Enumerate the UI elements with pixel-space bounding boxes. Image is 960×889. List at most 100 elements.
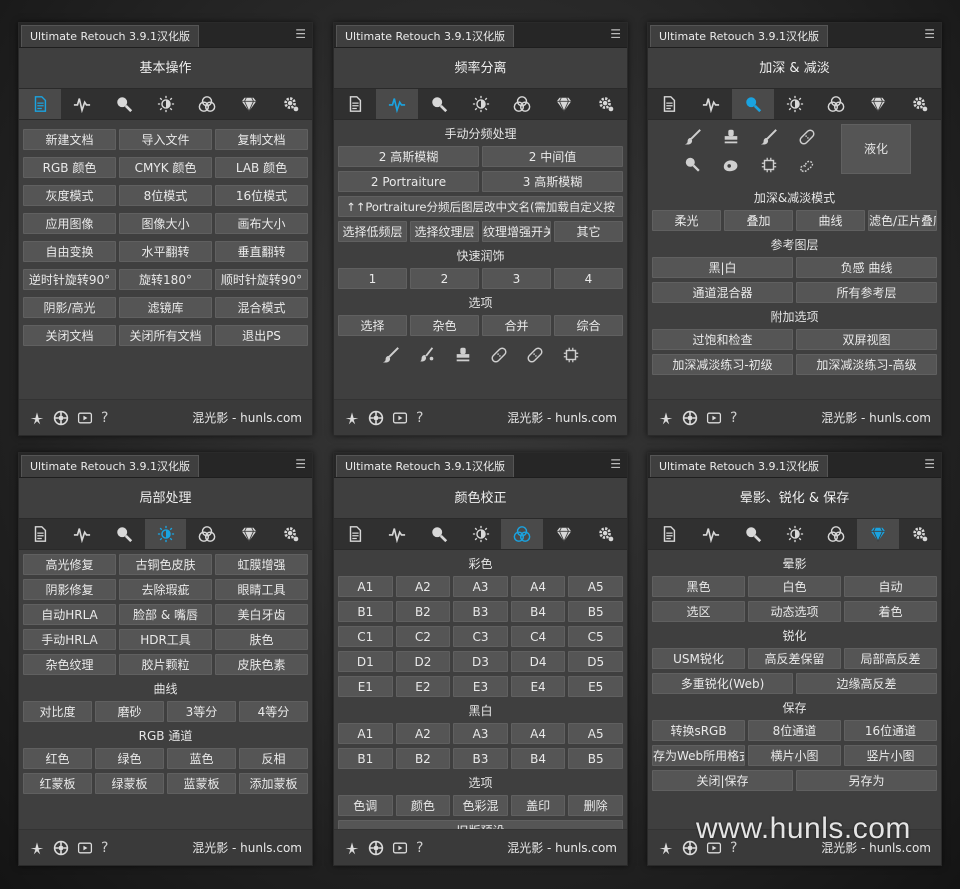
panel-button[interactable]: 过饱和检查 <box>652 329 793 350</box>
panel-button[interactable]: A1 <box>338 576 393 597</box>
bandage-icon[interactable] <box>796 126 818 148</box>
panel-button[interactable]: 垂直翻转 <box>215 241 308 262</box>
bandage-icon[interactable] <box>488 344 510 366</box>
panel-button[interactable]: B2 <box>395 748 451 769</box>
gear-icon[interactable] <box>585 89 627 119</box>
panel-button[interactable]: A5 <box>568 723 623 744</box>
panel-button[interactable]: B4 <box>510 748 566 769</box>
brush-icon[interactable] <box>380 344 402 366</box>
panel-button[interactable]: 关闭文档 <box>23 325 116 346</box>
eye-blob-icon[interactable] <box>720 154 742 176</box>
panel-button[interactable]: 竖片小图 <box>844 745 937 766</box>
panel-button[interactable]: A3 <box>453 723 508 744</box>
panel-button[interactable]: A2 <box>395 723 451 744</box>
rgb-circles-icon[interactable] <box>186 519 228 549</box>
sun-icon[interactable] <box>144 519 187 549</box>
diamond-icon[interactable] <box>228 89 270 119</box>
panel-button[interactable]: 边缘高反差 <box>796 673 937 694</box>
panel-button[interactable]: 杂色 <box>410 315 479 336</box>
video-icon[interactable] <box>77 410 93 426</box>
mixer-brush-icon[interactable] <box>416 344 438 366</box>
panel-tab[interactable]: Ultimate Retouch 3.9.1汉化版 <box>336 455 514 477</box>
pin-icon[interactable] <box>29 840 45 856</box>
panel-button[interactable]: 关闭所有文档 <box>119 325 212 346</box>
document-icon[interactable] <box>19 89 61 119</box>
panel-button[interactable]: B1 <box>338 748 393 769</box>
waveform-icon[interactable] <box>61 519 103 549</box>
sun-icon[interactable] <box>460 89 502 119</box>
panel-button[interactable]: 自动 <box>844 576 937 597</box>
panel-button[interactable]: C3 <box>453 626 508 647</box>
panel-button[interactable]: 双屏视图 <box>796 329 937 350</box>
panel-button[interactable]: 蓝色 <box>167 748 236 769</box>
document-icon[interactable] <box>648 519 690 549</box>
panel-button[interactable]: 阴影修复 <box>23 579 116 600</box>
panel-button[interactable]: 自由变换 <box>23 241 116 262</box>
aperture-icon[interactable] <box>368 840 384 856</box>
sun-icon[interactable] <box>145 89 187 119</box>
pin-icon[interactable] <box>658 410 674 426</box>
panel-button[interactable]: 虹膜增强 <box>215 554 308 575</box>
stamp-icon[interactable] <box>720 126 742 148</box>
panel-button[interactable]: 柔光 <box>652 210 721 231</box>
panel-button[interactable]: HDR工具 <box>119 629 212 650</box>
panel-tab[interactable]: Ultimate Retouch 3.9.1汉化版 <box>336 25 514 47</box>
panel-button[interactable]: D2 <box>395 651 451 672</box>
panel-button[interactable]: 3 高斯模糊 <box>482 171 623 192</box>
panel-button[interactable]: 复制文档 <box>215 129 308 150</box>
panel-button[interactable]: 合并 <box>482 315 551 336</box>
sun-icon[interactable] <box>774 519 816 549</box>
magnifier-icon[interactable] <box>418 89 460 119</box>
panel-button[interactable]: 对比度 <box>23 701 92 722</box>
waveform-icon[interactable] <box>690 89 732 119</box>
panel-button[interactable]: 顺时针旋转90° <box>215 269 308 290</box>
panel-button[interactable]: 色调 <box>338 795 393 816</box>
panel-button[interactable]: 古铜色皮肤 <box>119 554 212 575</box>
diamond-icon[interactable] <box>857 519 900 549</box>
panel-button[interactable]: 选区 <box>652 601 745 622</box>
panel-button[interactable]: A4 <box>510 576 566 597</box>
panel-button[interactable]: 红蒙板 <box>23 773 92 794</box>
liquify-button[interactable]: 液化 <box>841 124 911 174</box>
panel-button[interactable]: 磨砂 <box>95 701 164 722</box>
panel-button[interactable]: 水平翻转 <box>119 241 212 262</box>
panel-menu-icon[interactable]: ☰ <box>924 27 935 41</box>
gear-icon[interactable] <box>899 519 941 549</box>
panel-button[interactable]: 高光修复 <box>23 554 116 575</box>
panel-button[interactable]: 美白牙齿 <box>215 604 308 625</box>
panel-button[interactable]: 色彩混 <box>453 795 508 816</box>
panel-button[interactable]: 添加蒙板 <box>239 773 308 794</box>
waveform-icon[interactable] <box>61 89 103 119</box>
panel-button[interactable]: 反相 <box>239 748 308 769</box>
panel-button[interactable]: A2 <box>395 576 451 597</box>
panel-button[interactable]: 其它 <box>554 221 623 242</box>
gear-icon[interactable] <box>585 519 627 549</box>
sponge-icon[interactable] <box>682 154 704 176</box>
magnifier-icon[interactable] <box>103 89 145 119</box>
help-icon[interactable]: ? <box>101 410 108 426</box>
document-icon[interactable] <box>19 519 61 549</box>
sun-icon[interactable] <box>774 89 816 119</box>
diamond-icon[interactable] <box>543 519 585 549</box>
panel-button[interactable]: 图像大小 <box>119 213 212 234</box>
panel-button[interactable]: 杂色纹理 <box>23 654 116 675</box>
panel-button[interactable]: B5 <box>568 601 623 622</box>
panel-button[interactable]: B3 <box>453 748 508 769</box>
panel-button[interactable]: B4 <box>510 601 566 622</box>
diamond-icon[interactable] <box>857 89 899 119</box>
chip-icon[interactable] <box>560 344 582 366</box>
panel-button[interactable]: C4 <box>510 626 566 647</box>
panel-button[interactable]: 灰度模式 <box>23 185 116 206</box>
panel-button[interactable]: 关闭|保存 <box>652 770 793 791</box>
panel-button[interactable]: 纹理增强开关 <box>482 221 551 242</box>
panel-button[interactable]: 绿蒙板 <box>95 773 164 794</box>
panel-button[interactable]: D1 <box>338 651 393 672</box>
pin-icon[interactable] <box>29 410 45 426</box>
panel-button[interactable]: C5 <box>568 626 623 647</box>
panel-button[interactable]: E2 <box>395 676 451 697</box>
panel-button[interactable]: 手动HRLA <box>23 629 116 650</box>
panel-button[interactable]: 加深减淡练习-初级 <box>652 354 793 375</box>
panel-button[interactable]: 着色 <box>844 601 937 622</box>
diamond-icon[interactable] <box>228 519 270 549</box>
panel-button[interactable]: 去除瑕疵 <box>119 579 212 600</box>
